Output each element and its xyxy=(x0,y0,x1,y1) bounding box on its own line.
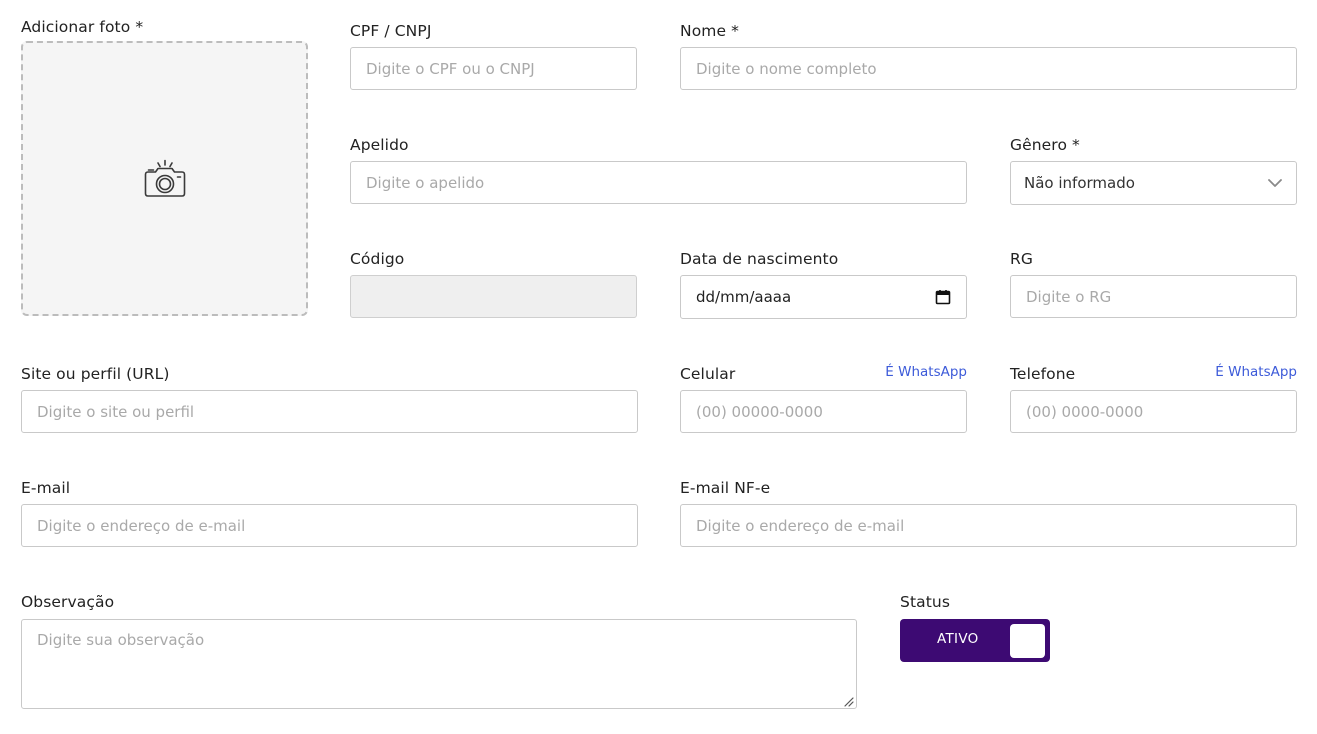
apelido-label: Apelido xyxy=(350,136,409,154)
rg-label: RG xyxy=(1010,250,1033,268)
telefone-whatsapp-link[interactable]: É WhatsApp xyxy=(1190,363,1297,381)
celular-label: Celular xyxy=(680,365,736,383)
status-toggle-knob xyxy=(1010,624,1045,658)
email-nfe-label: E-mail NF-e xyxy=(680,479,771,497)
email-label: E-mail xyxy=(21,479,71,497)
status-label: Status xyxy=(900,593,950,611)
photo-upload-area[interactable] xyxy=(21,41,308,316)
genero-label: Gênero * xyxy=(1010,136,1080,154)
email-nfe-input[interactable] xyxy=(680,504,1297,547)
celular-whatsapp-link[interactable]: É WhatsApp xyxy=(860,363,967,381)
cpf-label: CPF / CNPJ xyxy=(350,22,432,40)
status-toggle[interactable]: ATIVO xyxy=(900,619,1050,662)
cpf-input[interactable] xyxy=(350,47,637,90)
email-input[interactable] xyxy=(21,504,638,547)
nascimento-date-display: dd/mm/aaaa xyxy=(696,288,792,306)
nome-label: Nome * xyxy=(680,22,739,40)
status-toggle-text: ATIVO xyxy=(937,631,979,647)
site-label: Site ou perfil (URL) xyxy=(21,365,170,383)
nome-input[interactable] xyxy=(680,47,1297,90)
camera-icon xyxy=(144,159,185,197)
genero-select[interactable]: Não informado xyxy=(1010,161,1297,205)
nascimento-date-input[interactable]: dd/mm/aaaa xyxy=(680,275,967,319)
observacao-label: Observação xyxy=(21,593,115,611)
site-input[interactable] xyxy=(21,390,638,433)
photo-label: Adicionar foto * xyxy=(21,18,144,36)
apelido-input[interactable] xyxy=(350,161,967,204)
observacao-textarea[interactable] xyxy=(21,619,857,709)
telefone-label: Telefone xyxy=(1010,365,1076,383)
genero-selected-value: Não informado xyxy=(1024,174,1135,192)
celular-input[interactable] xyxy=(680,390,967,433)
codigo-label: Código xyxy=(350,250,405,268)
telefone-input[interactable] xyxy=(1010,390,1297,433)
codigo-input xyxy=(350,275,637,318)
nascimento-label: Data de nascimento xyxy=(680,250,839,268)
rg-input[interactable] xyxy=(1010,275,1297,318)
chevron-down-icon xyxy=(1268,179,1282,187)
calendar-icon[interactable] xyxy=(935,289,951,305)
resize-grip-icon[interactable] xyxy=(842,695,854,707)
